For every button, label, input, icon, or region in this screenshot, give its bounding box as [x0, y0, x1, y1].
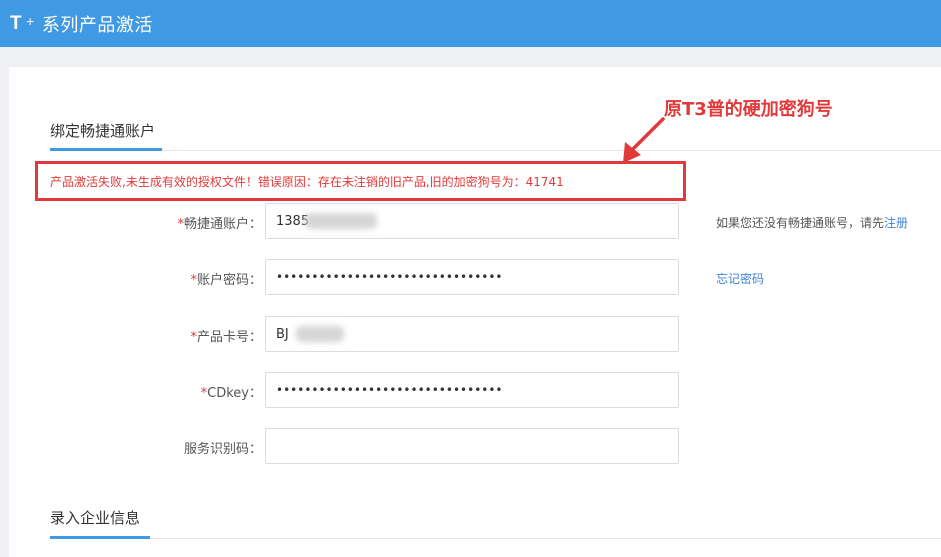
app-header: T + 系列产品激活 — [0, 0, 941, 47]
annotation-arrow-icon — [623, 117, 665, 163]
activation-card: 绑定畅捷通账户 产品激活失败,未生成有效的授权文件！错误原因：存在未注销的旧产品… — [9, 67, 941, 557]
annotation-note: 原T3普的硬加密狗号 — [664, 99, 833, 120]
register-hint: 如果您还没有畅捷通账号，请先注册 — [716, 216, 909, 230]
cdkey-input[interactable] — [265, 372, 679, 408]
brand-plus-mark: + — [25, 15, 35, 28]
redaction-blur — [296, 326, 344, 342]
section-underline — [50, 148, 162, 151]
password-input[interactable] — [265, 259, 679, 295]
forgot-password-link[interactable]: 忘记密码 — [716, 270, 764, 287]
section-title-company: 录入企业信息 — [50, 509, 141, 527]
register-link[interactable]: 注册 — [884, 216, 908, 230]
password-label: *账户密码： — [190, 273, 262, 288]
account-label: *畅捷通账户： — [177, 217, 262, 232]
redaction-blur — [305, 213, 377, 229]
page-title: 系列产品激活 — [41, 14, 153, 36]
service-code-input[interactable] — [265, 428, 679, 464]
cdkey-label: *CDkey： — [200, 386, 262, 401]
error-highlight-box: 产品激活失败,未生成有效的授权文件！错误原因：存在未注销的旧产品,旧的加密狗号为… — [35, 161, 686, 201]
brand-logo: T — [10, 12, 22, 34]
section-divider — [50, 150, 941, 151]
product-card-label: *产品卡号： — [190, 330, 262, 345]
section-divider — [50, 538, 941, 539]
section-underline — [50, 536, 150, 539]
service-code-label: 服务识别码： — [183, 442, 262, 457]
error-message: 产品激活失败,未生成有效的授权文件！错误原因：存在未注销的旧产品,旧的加密狗号为… — [50, 174, 564, 189]
section-title-account: 绑定畅捷通账户 — [50, 122, 156, 140]
